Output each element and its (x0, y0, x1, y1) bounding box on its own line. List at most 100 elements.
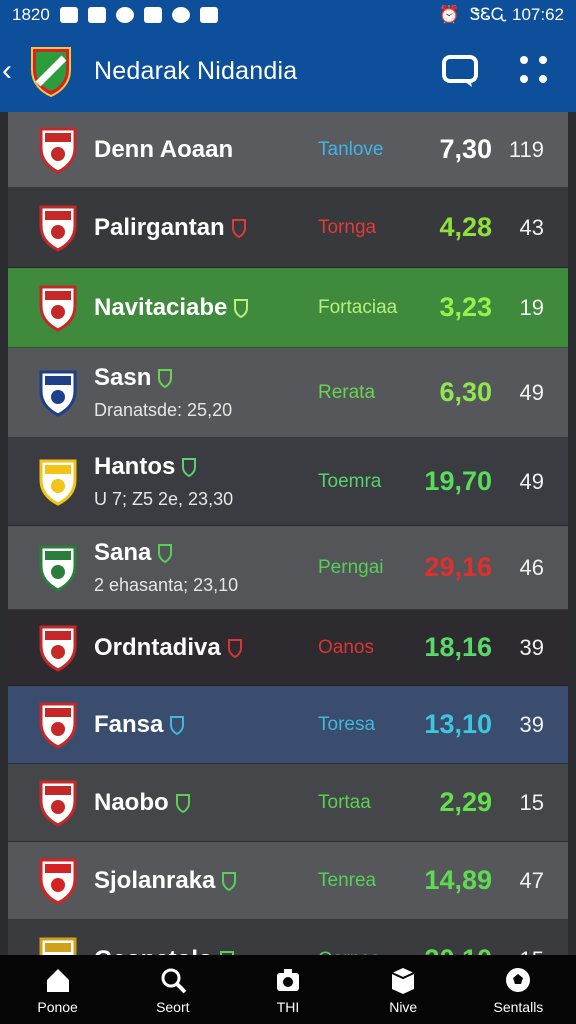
back-arrow-icon[interactable]: ‹ (2, 56, 28, 86)
odds-value[interactable]: 7,30 (439, 134, 492, 165)
odds-value[interactable]: 4,28 (439, 212, 492, 243)
more-options-icon[interactable] (520, 56, 550, 86)
odds-value[interactable]: 3,23 (439, 292, 492, 323)
status-right-text: ᏕᏋᏩ 107:62 (469, 5, 564, 24)
count-value: 119 (508, 136, 544, 162)
odds-value[interactable]: 13,10 (424, 709, 492, 740)
status-time: 1820 (12, 5, 50, 24)
match-status: Perngai (318, 556, 384, 578)
nav-label: Nive (389, 998, 418, 1015)
team-crest-icon (39, 780, 77, 827)
nav-item[interactable]: Ponoe (0, 955, 115, 1024)
match-status: Toresa (318, 713, 376, 735)
team-name: Geonatolo (94, 946, 213, 956)
box-icon (391, 967, 415, 994)
team-badge-icon (222, 871, 237, 891)
home-icon (46, 968, 69, 992)
team-crest-icon (39, 205, 77, 252)
team-row[interactable]: Ordntadiva Oanos 18,16 39 (8, 610, 568, 686)
count-value: 19 (519, 294, 544, 320)
search-icon (161, 968, 187, 993)
count-value: 43 (519, 214, 544, 240)
team-badge-icon (158, 369, 173, 388)
team-list: Denn Aoaan Tanlove 7,30 119 Palirgantan Torng… (8, 112, 568, 955)
count-value: 39 (519, 634, 544, 660)
team-name: Denn Aoaan (94, 135, 234, 163)
team-name: Fansa (94, 710, 164, 738)
match-status: Fortaciaa (318, 296, 398, 318)
alarm-icon: ⏰ (438, 5, 460, 24)
count-value: 15 (519, 789, 544, 815)
team-crest-icon (39, 459, 77, 506)
team-row[interactable]: Naobo Tortaa 2,29 15 (8, 764, 568, 842)
nav-label: Seort (156, 998, 190, 1015)
team-row[interactable]: Hantos U 7; Z5 2e, 23,30 Toemra 19,70 49 (8, 438, 568, 526)
team-row[interactable]: Sasn Dranatsde: 25,20 Rerata 6,30 49 (8, 348, 568, 438)
match-status: Toemra (318, 470, 382, 492)
count-value: 15 (520, 947, 544, 956)
nav-item[interactable]: Seort (115, 955, 230, 1024)
team-name: Palirgantan (94, 213, 225, 241)
match-info: U 7; Z5 2e, 23,30 (94, 489, 234, 509)
nav-label: THI (276, 998, 300, 1015)
odds-value[interactable]: 20,10 (424, 944, 492, 955)
team-crest-icon (39, 625, 77, 672)
team-row[interactable]: Fansa Toresa 13,10 39 (8, 686, 568, 764)
match-status: Tortaa (318, 791, 371, 813)
odds-value[interactable]: 14,89 (424, 865, 492, 896)
chat-icon (171, 7, 190, 23)
team-row[interactable]: Palirgantan Tornga 4,28 43 (8, 188, 568, 268)
count-value: 46 (519, 554, 544, 580)
team-crest-icon (39, 285, 77, 332)
team-name: Hantos (94, 453, 176, 480)
team-crest-icon (39, 702, 77, 749)
team-row[interactable]: Denn Aoaan Tanlove 7,30 119 (8, 112, 568, 188)
nav-item[interactable]: Nive (346, 955, 461, 1024)
team-crest-icon (39, 858, 77, 905)
team-row[interactable]: Sana 2 ehasanta; 23,10 Perngai 29,16 46 (8, 526, 568, 610)
app-bar: ‹ Nedarak Nidandia (0, 30, 576, 112)
match-status: Rerata (318, 381, 376, 403)
match-info: 2 ehasanta; 23,10 (94, 575, 239, 595)
club-logo (31, 47, 71, 98)
team-name: Naobo (94, 788, 169, 816)
team-row[interactable]: GeonatoloOarnco20,1015 (8, 920, 568, 955)
team-row[interactable]: Sjolanraka Tenrea 14,89 47 (8, 842, 568, 920)
odds-value[interactable]: 18,16 (424, 632, 492, 663)
status-bar: 1820 ⏰ ᏕᏋᏩ 107:62 (0, 0, 576, 30)
chat-icon[interactable] (440, 51, 480, 91)
count-value: 47 (519, 867, 544, 893)
ball-icon (506, 967, 531, 992)
notification-icon (59, 7, 78, 23)
odds-value[interactable]: 2,29 (439, 787, 492, 818)
nav-item[interactable]: Sentalls (461, 955, 576, 1024)
camera-icon (277, 968, 299, 991)
team-row[interactable]: Navitaciabe Fortaciaa 3,23 19 (8, 268, 568, 348)
match-info: Dranatsde: 25,20 (94, 400, 233, 420)
count-value: 49 (519, 468, 544, 494)
match-status: Tanlove (318, 138, 384, 160)
match-status: Oanos (318, 636, 374, 658)
team-badge-icon (158, 544, 173, 563)
image-icon (87, 7, 106, 23)
odds-value[interactable]: 6,30 (439, 377, 492, 408)
match-status: Tenrea (318, 869, 377, 891)
nav-item[interactable]: THI (230, 955, 345, 1024)
bag-icon (199, 7, 218, 23)
team-crest-icon (39, 937, 77, 955)
gallery-icon (143, 7, 162, 23)
team-name: Ordntadiva (94, 633, 221, 661)
team-badge-icon (234, 298, 249, 318)
team-name: Sasn (94, 364, 152, 391)
team-name: Navitaciabe (94, 293, 228, 321)
team-badge-icon (231, 218, 246, 238)
team-badge-icon (175, 793, 190, 813)
team-badge-icon (227, 638, 242, 658)
count-value: 39 (519, 711, 544, 737)
team-crest-icon (39, 545, 77, 592)
team-name: Sana (94, 539, 152, 566)
team-badge-icon (182, 458, 197, 477)
app-title: Nedarak Nidandia (94, 56, 298, 85)
odds-value[interactable]: 29,16 (424, 552, 492, 583)
odds-value[interactable]: 19,70 (424, 466, 492, 497)
